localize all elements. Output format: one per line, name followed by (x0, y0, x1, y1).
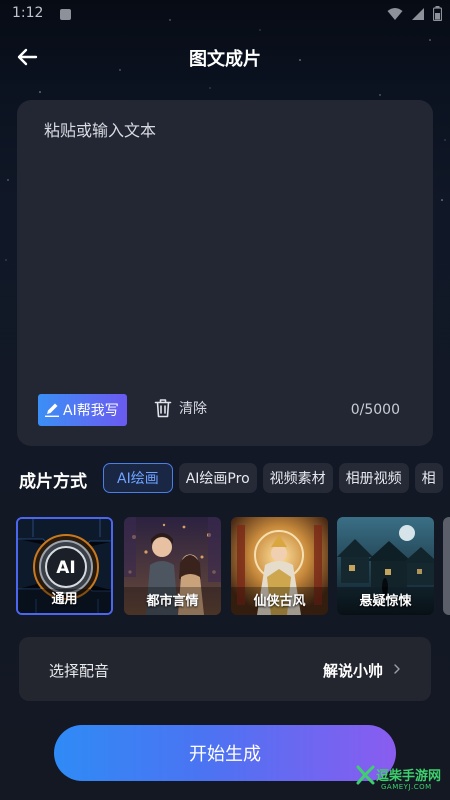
tab-more-partial[interactable]: 相 (414, 463, 443, 493)
style-label-xianxia: 仙侠古风 (253, 594, 306, 609)
char-count: 0/5000 (350, 402, 400, 418)
mode-label: 成片方式 (19, 472, 87, 492)
start-generate-label: 开始生成 (189, 744, 261, 765)
style-label-urban-romance: 都市言情 (146, 594, 199, 609)
tab-ai-painting-pro[interactable]: AI绘画Pro (178, 463, 257, 493)
notification-square-icon (60, 9, 71, 20)
watermark: 逗柴手游网 GAMEYJ.COM (356, 764, 450, 800)
tab-video-material[interactable]: 视频素材 (262, 463, 333, 493)
battery-icon (433, 6, 442, 21)
cellular-signal-icon (412, 7, 424, 20)
ai-write-button[interactable]: AI帮我写 (38, 394, 127, 426)
status-bar: 1:12 (0, 0, 450, 30)
trash-icon (154, 399, 172, 418)
watermark-subtext: GAMEYJ.COM (381, 783, 432, 791)
chevron-right-icon (394, 664, 400, 674)
style-thumbnails: AI 通用 都市言情 仙侠古风 悬疑惊悚 (0, 517, 450, 617)
voice-label: 选择配音 (49, 662, 110, 680)
mode-tabs: AI绘画 AI绘画Pro 视频素材 相册视频 相 (103, 463, 443, 493)
tab-album-video[interactable]: 相册视频 (338, 463, 409, 493)
style-card-partial[interactable] (443, 517, 450, 615)
page-title: 图文成片 (189, 49, 261, 70)
partial-thumbnail (443, 517, 450, 615)
tab-ai-painting[interactable]: AI绘画 (103, 463, 173, 493)
wifi-icon (387, 7, 403, 20)
style-label-general: 通用 (51, 592, 78, 607)
style-card-xianxia[interactable]: 仙侠古风 (231, 517, 328, 615)
text-input[interactable] (44, 120, 404, 380)
voice-selector[interactable]: 选择配音 解说小帅 (19, 637, 431, 701)
pencil-icon (45, 403, 59, 417)
style-label-suspense: 悬疑惊悚 (359, 594, 412, 609)
mode-row: 成片方式 AI绘画 AI绘画Pro 视频素材 相册视频 相 (0, 462, 450, 496)
style-card-urban-romance[interactable]: 都市言情 (124, 517, 221, 615)
text-editor-card: AI帮我写 清除 0/5000 (17, 100, 433, 446)
clear-button[interactable]: 清除 (154, 398, 207, 418)
watermark-logo-icon (356, 765, 375, 785)
style-card-general[interactable]: AI 通用 (16, 517, 113, 615)
status-icons (387, 6, 442, 21)
ai-badge-text: AI (56, 558, 75, 578)
ai-write-label: AI帮我写 (63, 403, 119, 419)
start-generate-button[interactable]: 开始生成 (54, 725, 396, 781)
status-time: 1:12 (12, 5, 44, 21)
header: 图文成片 (0, 38, 450, 78)
style-card-suspense[interactable]: 悬疑惊悚 (337, 517, 434, 615)
voice-value: 解说小帅 (322, 662, 383, 680)
watermark-text: 逗柴手游网 (376, 769, 442, 784)
clear-label: 清除 (179, 401, 207, 417)
